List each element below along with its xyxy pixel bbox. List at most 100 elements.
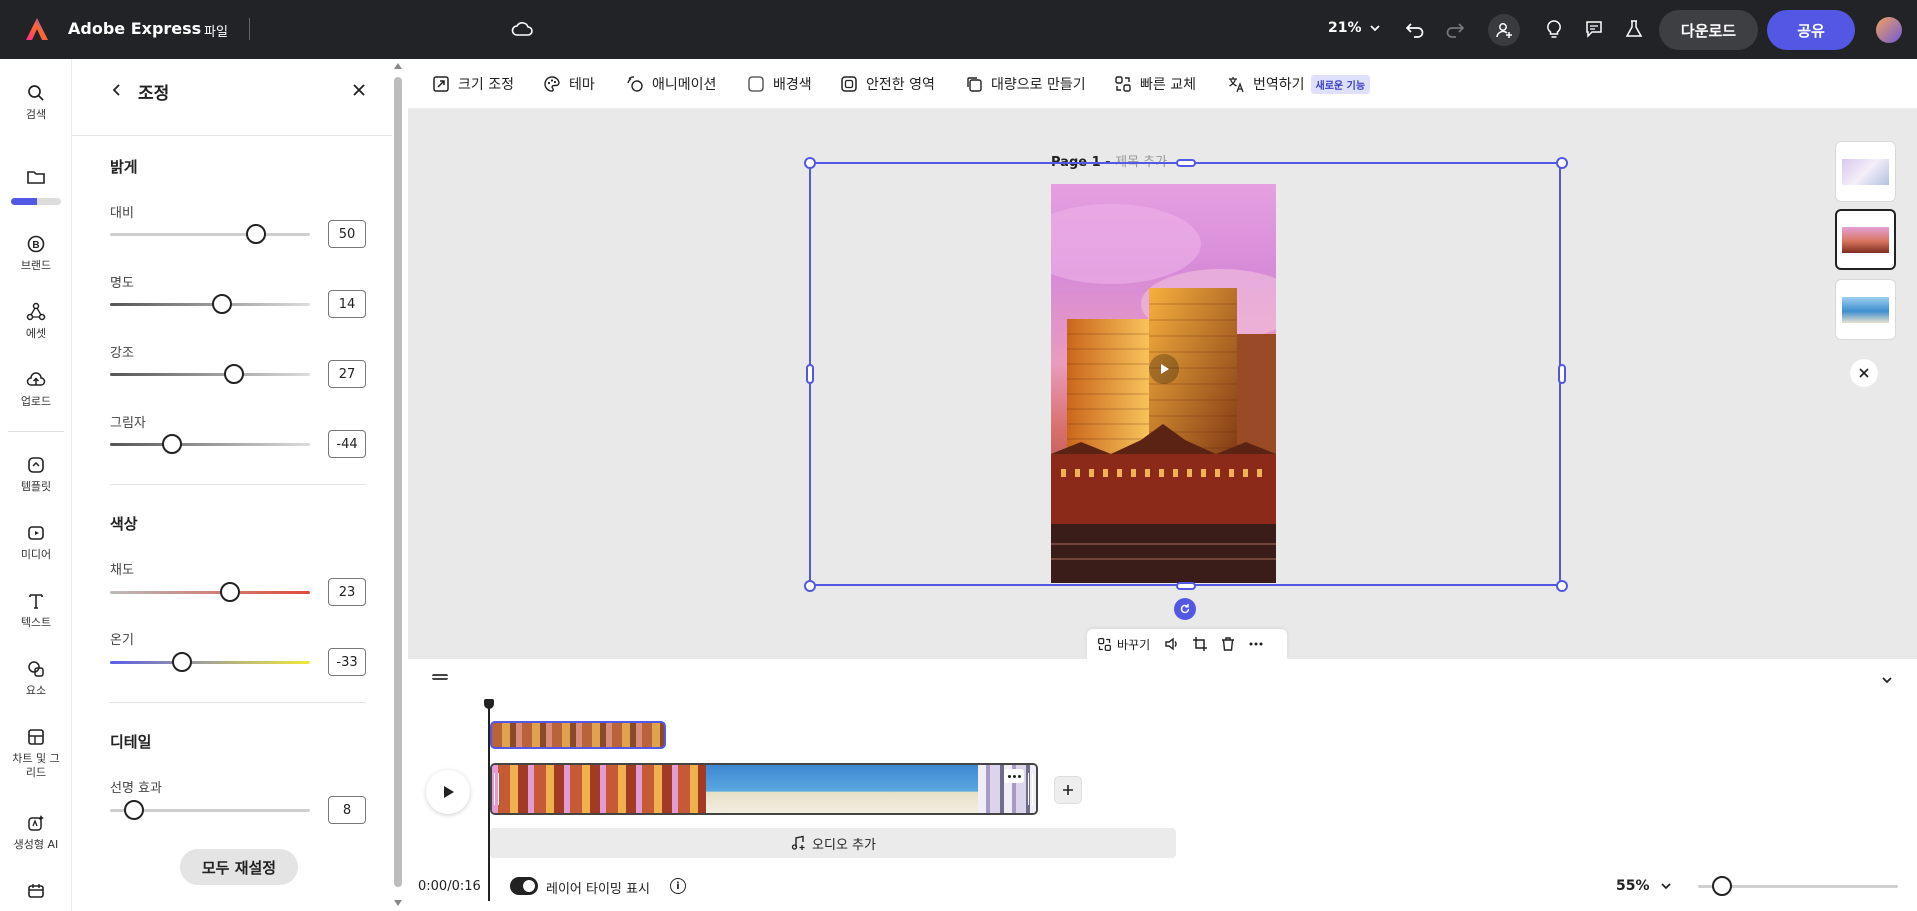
undo-icon[interactable] [1405,19,1425,39]
share-button[interactable]: 공유 [1767,10,1855,50]
redo-icon[interactable] [1445,19,1465,39]
slider-track-warmth[interactable] [110,661,310,664]
background-color-button[interactable]: 배경색 [747,59,812,109]
chevron-down-icon[interactable] [1660,880,1672,892]
clip-more-icon[interactable] [1004,769,1024,783]
theme-button[interactable]: 테마 [543,59,595,109]
rail-item-files[interactable] [0,167,72,205]
invite-icon[interactable] [1488,14,1520,46]
adobe-logo-icon[interactable] [24,16,50,42]
comment-icon[interactable] [1584,19,1604,39]
assets-icon [26,302,46,321]
slider-thumb-warmth[interactable] [172,652,192,672]
resize-handle-left[interactable] [806,364,814,384]
rail-item-text[interactable]: 텍스트 [0,591,72,630]
close-icon[interactable] [1850,359,1878,387]
slider-track-brightness[interactable] [110,303,310,306]
resize-handle-bottom[interactable] [1176,582,1196,590]
resize-handle-right[interactable] [1558,364,1566,384]
chevron-down-icon[interactable] [1880,673,1894,687]
timeline-panel: 오디오 추가 0:00/0:16 레이어 타이밍 표시 i 55% [408,659,1917,911]
value-field-shadows[interactable]: -44 [328,430,366,458]
close-icon[interactable] [352,83,366,97]
selection-box[interactable] [809,162,1561,586]
rail-item-more[interactable] [0,881,72,906]
flask-icon[interactable] [1624,19,1644,39]
value-field-highlights[interactable]: 27 [328,360,366,388]
layer-clip[interactable] [490,721,666,749]
rotate-icon[interactable] [1174,598,1196,620]
slider-thumb-saturation[interactable] [220,582,240,602]
timeline-zoom-level[interactable]: 55% [1616,878,1650,894]
resize-button[interactable]: 크기 조정 [432,59,514,109]
rail-item-charts-grid[interactable]: 차트 및 그리드 [0,727,72,780]
page-thumbnail-2[interactable] [1835,209,1896,270]
page-thumbnail-1[interactable] [1835,141,1896,202]
volume-icon[interactable] [1164,636,1180,652]
layer-timing-toggle[interactable] [510,877,538,895]
slider-track-contrast[interactable] [110,233,310,236]
safe-area-button[interactable]: 안전한 영역 [840,59,935,109]
download-button[interactable]: 다운로드 [1659,10,1758,50]
resize-handle-top[interactable] [1176,159,1196,167]
file-menu[interactable]: 파일 [204,21,228,40]
clip-trim-handle-right[interactable] [1028,773,1033,805]
value-field-contrast[interactable]: 50 [328,220,366,248]
value-field-warmth[interactable]: -33 [328,648,366,676]
rail-item-assets[interactable]: 에셋 [0,302,72,341]
rail-item-media[interactable]: 미디어 [0,523,72,562]
value-field-saturation[interactable]: 23 [328,578,366,606]
more-icon[interactable] [1248,636,1264,652]
resize-handle-bl[interactable] [804,580,816,592]
rail-item-search[interactable]: 검색 [0,83,72,122]
zoom-level[interactable]: 21% [1328,20,1362,36]
play-icon [444,786,454,798]
rail-item-templates[interactable]: 템플릿 [0,455,72,494]
animation-button[interactable]: 애니메이션 [626,59,716,109]
cloud-icon[interactable] [511,19,533,39]
rail-item-upload[interactable]: 업로드 [0,370,72,409]
scroll-up-icon[interactable] [394,63,402,69]
slider-thumb-shadows[interactable] [162,434,182,454]
value-field-sharpen[interactable]: 8 [328,796,366,824]
rail-item-brand[interactable]: B 브랜드 [0,234,72,273]
crop-icon[interactable] [1192,636,1208,652]
add-clip-button[interactable] [1054,776,1082,804]
drag-handle-icon[interactable] [432,674,448,680]
slider-thumb-contrast[interactable] [246,224,266,244]
rail-item-elements[interactable]: 요소 [0,659,72,698]
clip-trim-handle-left[interactable] [494,773,499,805]
page-thumbnail-3[interactable] [1835,279,1896,340]
trash-icon[interactable] [1220,636,1236,652]
resize-handle-br[interactable] [1556,580,1568,592]
resize-handle-tl[interactable] [804,157,816,169]
rail-item-gen-ai[interactable]: 생성형 AI [0,813,72,852]
reset-all-button[interactable]: 모두 재설정 [180,849,298,885]
lightbulb-icon[interactable] [1544,19,1564,39]
bulk-create-button[interactable]: 대량으로 만들기 [965,59,1086,109]
video-track[interactable] [490,763,1038,815]
back-icon[interactable] [110,83,124,97]
clip-beach[interactable] [706,765,978,813]
slider-track-saturation[interactable] [110,591,310,594]
quick-replace-button[interactable]: 빠른 교체 [1114,59,1196,109]
translate-button[interactable]: 번역하기 새로운 기능 [1227,59,1371,109]
value-field-brightness[interactable]: 14 [328,290,366,318]
info-icon[interactable]: i [670,878,686,894]
avatar[interactable] [1876,17,1902,43]
play-button[interactable] [426,770,470,814]
slider-thumb-highlights[interactable] [224,364,244,384]
scroll-down-icon[interactable] [394,900,402,906]
clip-city[interactable] [492,765,706,813]
panel-scrollbar[interactable] [394,77,402,887]
slider-thumb-brightness[interactable] [212,294,232,314]
chevron-down-icon[interactable] [1369,22,1381,34]
add-audio-button[interactable]: 오디오 추가 [490,828,1176,858]
slider-thumb-sharpen[interactable] [124,800,144,820]
playhead-knob[interactable] [484,699,494,709]
resize-handle-tr[interactable] [1556,157,1568,169]
slider-track-highlights[interactable] [110,373,310,376]
slider-track-shadows[interactable] [110,443,310,446]
replace-button[interactable]: 바꾸기 [1097,636,1150,653]
timeline-zoom-thumb[interactable] [1712,876,1732,896]
